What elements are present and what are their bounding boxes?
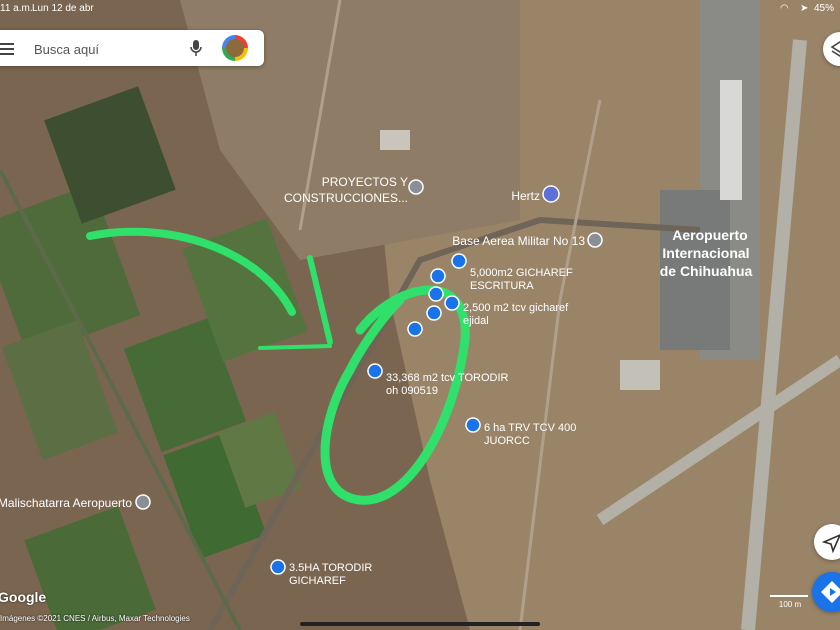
- status-time: 11 a.m.: [0, 3, 33, 14]
- saved-pin-icon: [367, 363, 383, 379]
- pin-label: ESCRITURA: [470, 280, 534, 292]
- pin-label: GICHAREF: [289, 575, 346, 587]
- place-label: Hertz: [511, 189, 540, 203]
- saved-pin-icon: [407, 321, 423, 337]
- status-bar: 11 a.m. Lun 12 de abr ◠ ➤ 45%: [0, 0, 840, 16]
- place-pin-icon: [408, 179, 424, 195]
- saved-pin-icon: [428, 286, 444, 302]
- layers-icon: [830, 41, 840, 57]
- saved-pin-icon: [444, 295, 460, 311]
- saved-pin-icon: [430, 268, 446, 284]
- place-base-aerea[interactable]: Base Aerea Militar No 13: [452, 232, 603, 248]
- attribution: Imágenes ©2021 CNES / Airbus, Maxar Tech…: [0, 614, 190, 623]
- pin-label: 2,500 m2 tcv gicharef: [463, 302, 569, 314]
- saved-pin-icon: [270, 559, 286, 575]
- place-label: CONSTRUCCIONES...: [284, 191, 408, 205]
- place-label: Base Aerea Militar No 13: [452, 234, 585, 248]
- pin-label: 5,000m2 GICHAREF: [470, 267, 573, 279]
- saved-pin-icon: [465, 417, 481, 433]
- status-battery: 45%: [814, 3, 835, 14]
- place-label: Yonke Malischatarra Aeropuerto: [0, 496, 132, 510]
- place-label: de Chihuahua: [660, 263, 753, 279]
- place-hertz[interactable]: Hertz: [511, 185, 560, 203]
- pin-label: ejidal: [463, 315, 489, 327]
- place-pin-icon: [587, 232, 603, 248]
- place-label: Aeropuerto: [672, 227, 747, 243]
- saved-pin-icon: [451, 253, 467, 269]
- layers-button[interactable]: [823, 32, 840, 66]
- saved-pin-icon: [426, 305, 442, 321]
- mic-icon[interactable]: [189, 39, 203, 57]
- status-date: Lun 12 de abr: [32, 3, 94, 14]
- menu-icon[interactable]: [0, 40, 14, 56]
- place-label: PROYECTOS Y: [322, 175, 408, 189]
- directions-icon: [821, 581, 840, 603]
- avatar[interactable]: [222, 35, 248, 61]
- car-rental-icon: [542, 185, 560, 203]
- search-bar[interactable]: [0, 30, 264, 66]
- navigation-arrow-icon: [821, 534, 840, 554]
- pin-label: 6 ha TRV TCV 400: [484, 422, 576, 434]
- satellite-map[interactable]: PROYECTOS Y CONSTRUCCIONES... Hertz Base…: [0, 0, 840, 630]
- location-icon: ➤: [800, 3, 809, 14]
- pin-label: oh 090519: [386, 385, 438, 397]
- place-airport[interactable]: Aeropuerto Internacional de Chihuahua: [660, 227, 753, 279]
- place-pin-icon: [135, 494, 151, 510]
- annotation-arrow-line: [258, 344, 332, 350]
- home-indicator[interactable]: [300, 622, 540, 626]
- wifi-icon: ◠: [780, 3, 789, 14]
- pin-label: 33,368 m2 tcv TORODIR: [386, 372, 509, 384]
- pin-label: 3.5HA TORODIR: [289, 562, 372, 574]
- directions-button[interactable]: [812, 572, 840, 612]
- scale-label: 100 m: [779, 600, 802, 609]
- pin-label: JUORCC: [484, 435, 530, 447]
- place-label: Internacional: [662, 245, 749, 261]
- my-location-button[interactable]: [814, 524, 840, 560]
- search-input[interactable]: [32, 39, 176, 59]
- google-logo: Google: [0, 589, 47, 605]
- place-yonke[interactable]: Yonke Malischatarra Aeropuerto: [0, 494, 151, 510]
